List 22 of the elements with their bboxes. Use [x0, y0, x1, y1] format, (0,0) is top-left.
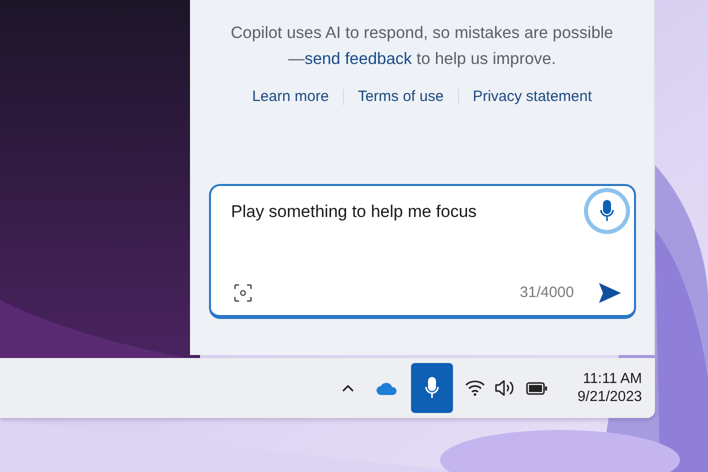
- send-button[interactable]: [598, 282, 622, 304]
- footer-link[interactable]: Learn more: [238, 86, 343, 108]
- feedback-link[interactable]: send feedback: [304, 50, 412, 68]
- screenshot-button[interactable]: [233, 283, 253, 304]
- footer-link[interactable]: Terms of use: [344, 86, 458, 108]
- battery-icon: [526, 382, 548, 394]
- chat-input-box[interactable]: Play something to help me focus 31/4000: [209, 184, 636, 318]
- send-icon: [598, 282, 622, 304]
- screenshot-icon: [233, 283, 253, 304]
- prompt-field[interactable]: Play something to help me focus: [229, 198, 569, 225]
- microphone-button[interactable]: [588, 192, 626, 230]
- clock-button[interactable]: 11:11 AM 9/21/2023: [577, 370, 642, 406]
- footer-link[interactable]: Privacy statement: [458, 86, 606, 108]
- speaker-icon: [494, 379, 516, 397]
- cloud-icon: [376, 381, 398, 395]
- caret-icon: [341, 383, 356, 393]
- microphone-icon: [425, 377, 440, 399]
- microphone-icon: [600, 200, 614, 222]
- character-counter: 31/4000: [520, 283, 574, 303]
- microphone-button[interactable]: [411, 363, 454, 413]
- wifi-icon: [465, 380, 486, 396]
- disclaimer-text: Copilot uses AI to respond, so mistakes are possible—send feedback to help us improve.: [230, 23, 614, 70]
